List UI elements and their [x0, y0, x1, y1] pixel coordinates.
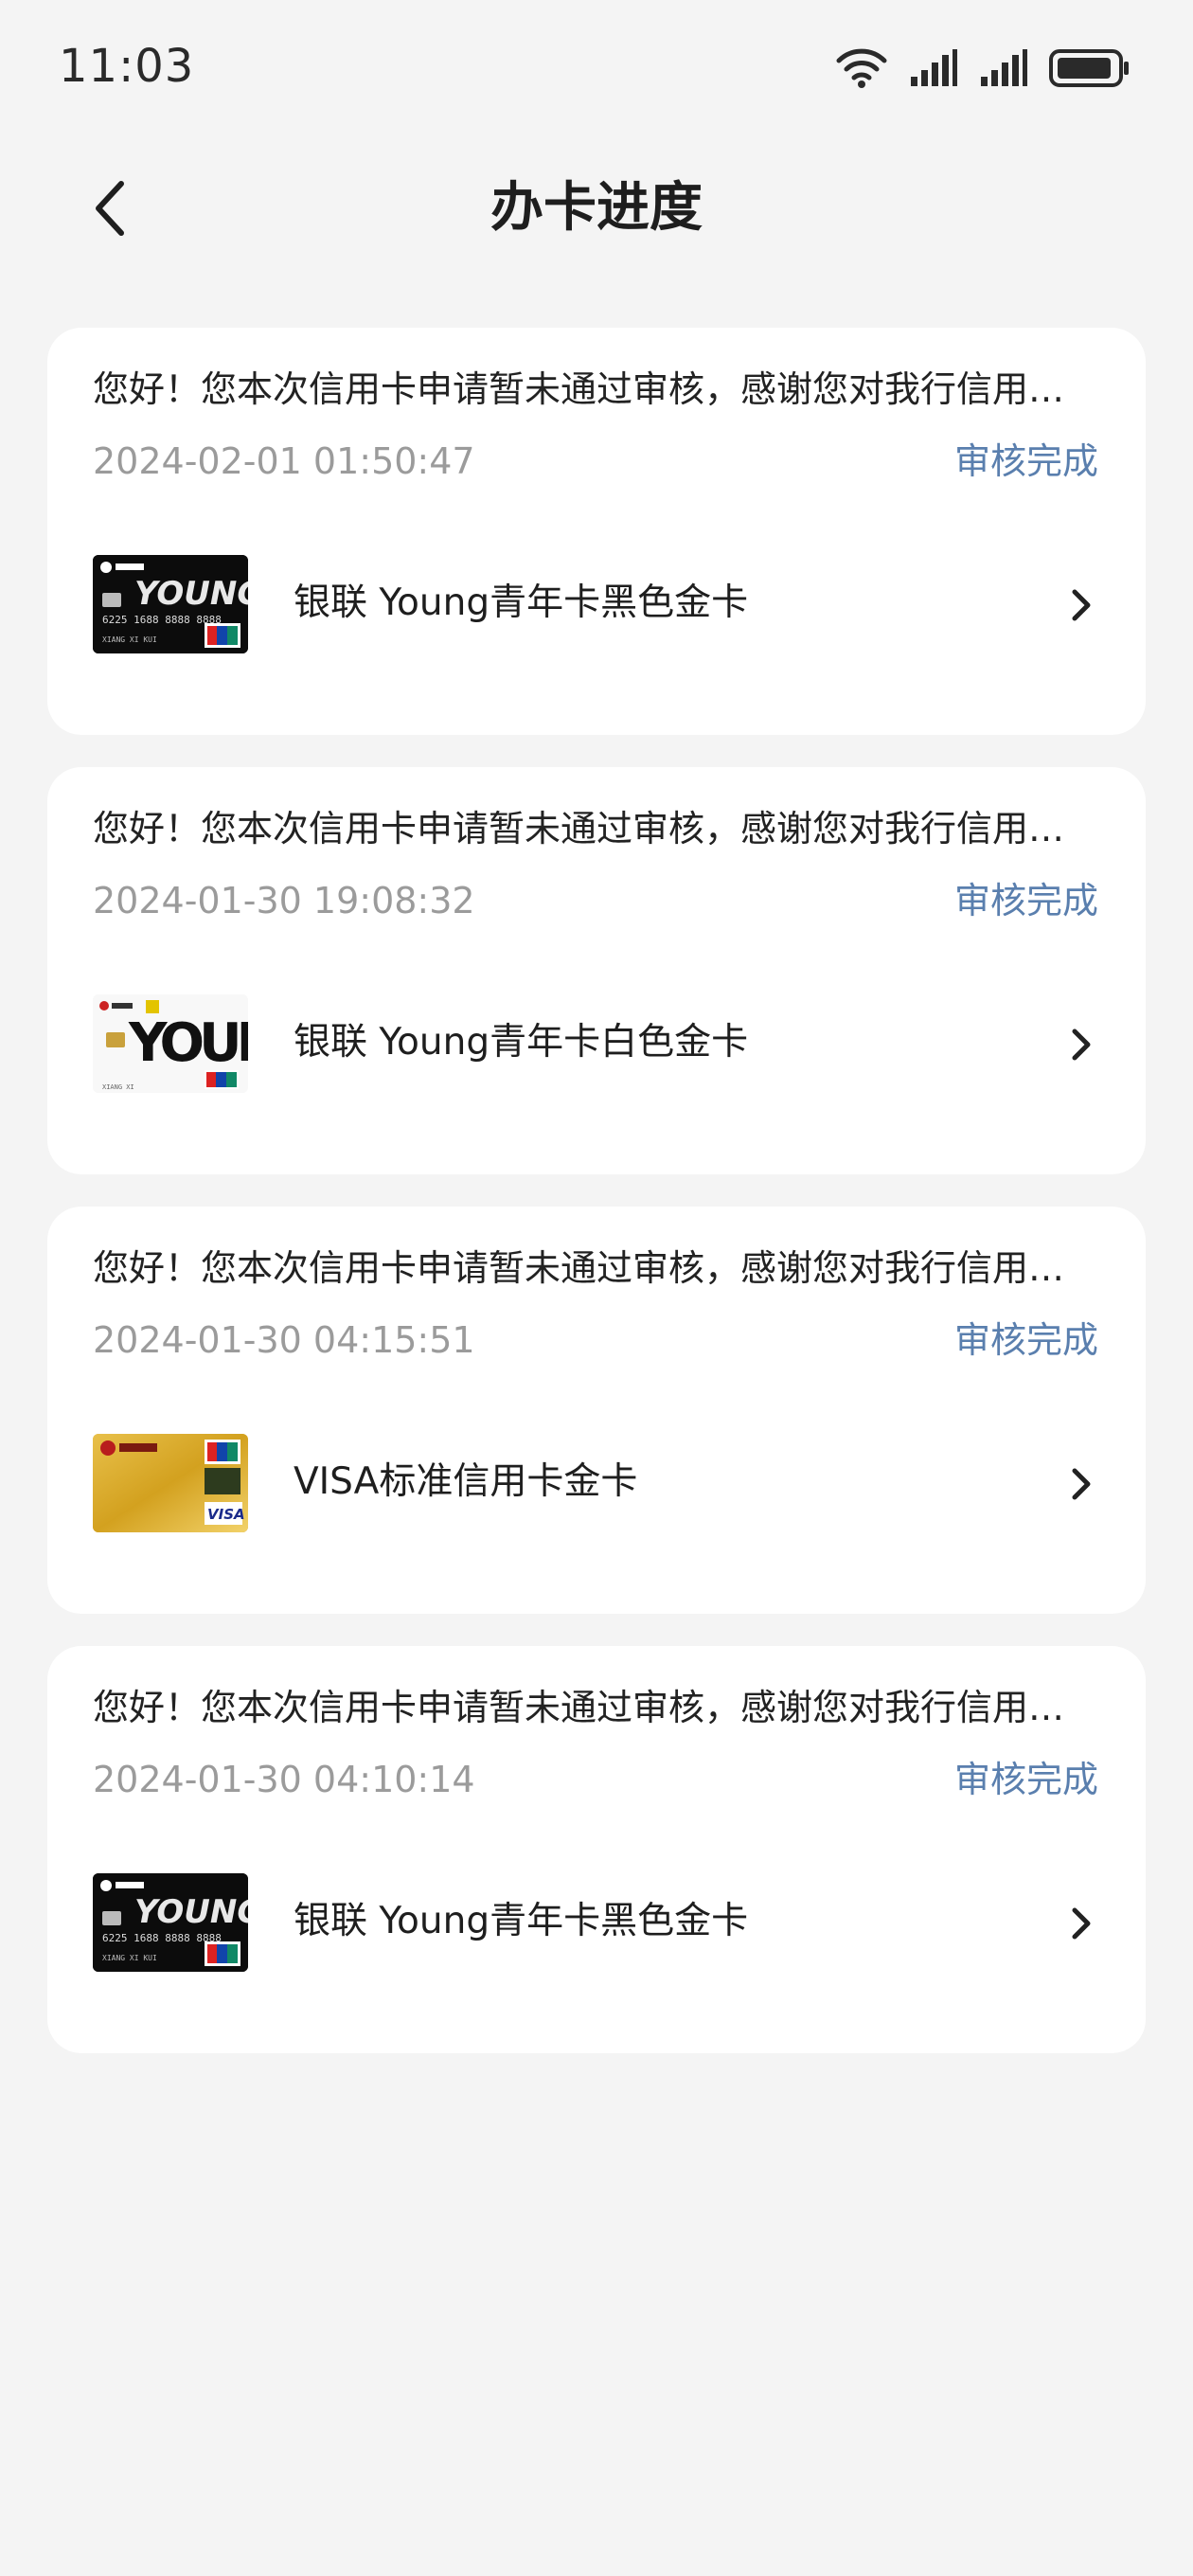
application-time: 2024-01-30 04:10:14: [93, 1759, 475, 1800]
card-product-name: 银联 Young青年卡黑色金卡: [294, 581, 749, 624]
chevron-right-icon[interactable]: [1062, 1462, 1100, 1506]
application-card[interactable]: 您好！您本次信用卡申请暂未通过审核，感谢您对我行信用… 2024-01-30 0…: [47, 1646, 1146, 2053]
svg-text:YOUNG: YOUNG: [128, 1012, 248, 1074]
status-time: 11:03: [59, 40, 195, 93]
application-card[interactable]: 您好！您本次信用卡申请暂未通过审核，感谢您对我行信用… 2024-01-30 0…: [47, 1207, 1146, 1614]
svg-text:YOUNG: YOUNG: [134, 575, 248, 613]
card-product-row[interactable]: VISA VISA标准信用卡金卡: [47, 1432, 1146, 1536]
card-product-name: 银联 Young青年卡黑色金卡: [294, 1900, 749, 1942]
status-label: 审核完成: [953, 1759, 1098, 1800]
svg-text:XIANG XI KUI: XIANG XI KUI: [102, 1954, 157, 1962]
application-message: 您好！您本次信用卡申请暂未通过审核，感谢您对我行信用…: [93, 1687, 1065, 1728]
application-time: 2024-01-30 04:15:51: [93, 1319, 475, 1361]
card-product-row[interactable]: YOUNG 6225 1688 8888 8888 XIANG XI KUI 银…: [47, 1871, 1146, 1976]
application-list: 您好！您本次信用卡申请暂未通过审核，感谢您对我行信用… 2024-02-01 0…: [47, 328, 1146, 2085]
application-message: 您好！您本次信用卡申请暂未通过审核，感谢您对我行信用…: [93, 368, 1065, 410]
svg-text:YOUNG: YOUNG: [134, 1893, 248, 1931]
card-image-black: YOUNG 6225 1688 8888 8888 XIANG XI KUI: [93, 555, 248, 653]
svg-text:XIANG XI KUI: XIANG XI KUI: [102, 635, 157, 644]
svg-text:XIANG XI: XIANG XI: [102, 1083, 134, 1091]
status-bar: 11:03: [0, 0, 1193, 133]
signal-icon: [911, 49, 957, 86]
card-product-row[interactable]: YOUNG XIANG XI 银联 Young青年卡白色金卡: [47, 993, 1146, 1097]
status-label: 审核完成: [953, 440, 1098, 482]
wifi-icon: [836, 48, 887, 88]
card-image-white: YOUNG XIANG XI: [93, 994, 248, 1093]
svg-text:6225 1688 8888 8888: 6225 1688 8888 8888: [102, 614, 222, 626]
status-icons: [835, 44, 1131, 93]
page-title: 办卡进度: [490, 177, 703, 239]
card-product-row[interactable]: YOUNG 6225 1688 8888 8888 XIANG XI KUI 银…: [47, 553, 1146, 657]
chevron-right-icon[interactable]: [1062, 1902, 1100, 1945]
chevron-right-icon[interactable]: [1062, 583, 1100, 627]
status-label: 审核完成: [953, 1319, 1098, 1361]
application-card[interactable]: 您好！您本次信用卡申请暂未通过审核，感谢您对我行信用… 2024-02-01 0…: [47, 328, 1146, 735]
application-message: 您好！您本次信用卡申请暂未通过审核，感谢您对我行信用…: [93, 808, 1065, 850]
status-label: 审核完成: [953, 880, 1098, 921]
svg-text:VISA: VISA: [207, 1506, 245, 1523]
nav-bar: 办卡进度: [0, 152, 1193, 265]
card-image-black: YOUNG 6225 1688 8888 8888 XIANG XI KUI: [93, 1873, 248, 1972]
application-time: 2024-01-30 19:08:32: [93, 880, 475, 921]
battery-icon: [1049, 49, 1129, 87]
chevron-right-icon[interactable]: [1062, 1023, 1100, 1066]
application-time: 2024-02-01 01:50:47: [93, 440, 475, 482]
card-product-name: 银联 Young青年卡白色金卡: [294, 1021, 749, 1064]
application-message: 您好！您本次信用卡申请暂未通过审核，感谢您对我行信用…: [93, 1247, 1065, 1289]
card-product-name: VISA标准信用卡金卡: [294, 1460, 638, 1503]
card-image-gold: VISA: [93, 1434, 248, 1532]
application-card[interactable]: 您好！您本次信用卡申请暂未通过审核，感谢您对我行信用… 2024-01-30 1…: [47, 767, 1146, 1174]
svg-text:6225 1688 8888 8888: 6225 1688 8888 8888: [102, 1932, 222, 1944]
signal-icon: [981, 49, 1027, 86]
